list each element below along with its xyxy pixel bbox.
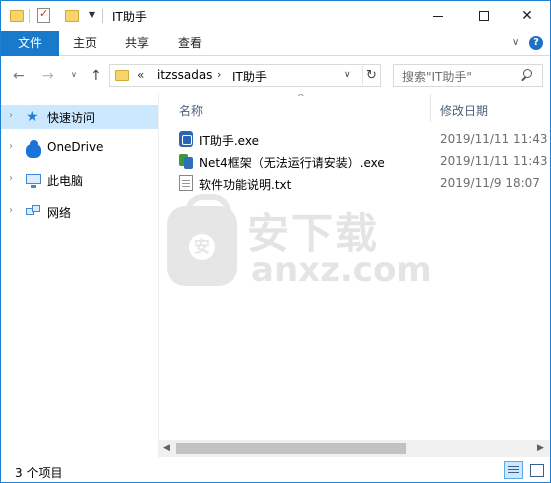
back-button[interactable]: ← xyxy=(13,68,25,84)
expand-chevron-icon[interactable]: › xyxy=(9,141,13,152)
navigation-pane: › ★ 快速访问 › OneDrive › 此电脑 › 网络 xyxy=(1,94,158,458)
sidebar-item-label: 此电脑 xyxy=(47,174,84,188)
toolbar-separator xyxy=(102,9,103,23)
file-date: 2019/11/9 18:07 xyxy=(440,176,540,190)
sidebar-item-this-pc[interactable]: › 此电脑 xyxy=(1,168,158,192)
shield-glyph: 安 xyxy=(189,234,215,260)
ribbon: 文件 主页 共享 查看 ∨ ? xyxy=(1,31,550,56)
horizontal-scrollbar[interactable]: ◀ ▶ xyxy=(159,440,550,457)
tab-view[interactable]: 查看 xyxy=(166,31,214,56)
installer-icon xyxy=(179,153,193,169)
tab-home[interactable]: 主页 xyxy=(61,31,109,56)
breadcrumb-separator[interactable]: › xyxy=(217,68,221,81)
scrollbar-thumb[interactable] xyxy=(176,443,406,454)
sidebar-item-network[interactable]: › 网络 xyxy=(1,200,158,224)
file-row[interactable]: IT助手.exe 2019/11/11 11:43 xyxy=(159,128,550,150)
refresh-button[interactable]: ↻ xyxy=(362,66,380,85)
expand-chevron-icon[interactable]: › xyxy=(9,110,13,121)
file-list: ^ 名称 修改日期 IT助手.exe 2019/11/11 11:43 Net4… xyxy=(159,94,550,458)
file-row[interactable]: 软件功能说明.txt 2019/11/9 18:07 xyxy=(159,172,550,194)
item-count: 3 个项目 xyxy=(15,466,63,480)
computer-icon xyxy=(26,174,41,188)
maximize-icon xyxy=(479,11,489,21)
search-input[interactable]: 搜索"IT助手" xyxy=(393,64,543,87)
navigation-bar: ← → ∨ ↑ « itzssadas › IT助手 ∨ ↻ 搜索"IT助手" xyxy=(1,57,550,93)
watermark-text-en: anxz.com xyxy=(251,250,432,290)
file-name: Net4框架（无法运行请安装）.exe xyxy=(199,156,385,170)
status-bar: 3 个项目 xyxy=(1,459,550,482)
up-button[interactable]: ↑ xyxy=(90,68,102,84)
shield-icon: 安 xyxy=(167,194,237,286)
sidebar-item-label: 快速访问 xyxy=(47,111,96,125)
text-file-icon xyxy=(179,175,193,191)
sidebar-item-label: OneDrive xyxy=(47,140,104,154)
title-bar: ▼ IT助手 ✕ xyxy=(1,1,550,31)
minimize-button[interactable] xyxy=(415,1,461,31)
column-headers: ^ 名称 修改日期 xyxy=(159,94,550,122)
expand-chevron-icon[interactable]: › xyxy=(9,205,13,216)
close-button[interactable]: ✕ xyxy=(504,1,550,31)
sort-indicator-icon: ^ xyxy=(297,94,305,103)
minimize-icon xyxy=(433,16,443,17)
breadcrumb-itzssadas[interactable]: itzssadas xyxy=(157,68,212,82)
cloud-icon xyxy=(26,140,41,158)
file-name: 软件功能说明.txt xyxy=(199,178,292,192)
folder-icon xyxy=(10,10,24,22)
customize-toolbar-dropdown[interactable]: ▼ xyxy=(87,8,97,22)
large-icons-view-button[interactable] xyxy=(527,461,546,479)
new-folder-icon[interactable] xyxy=(65,10,79,22)
expand-chevron-icon[interactable]: › xyxy=(9,173,13,184)
address-dropdown-icon[interactable]: ∨ xyxy=(344,70,351,80)
window-title: IT助手 xyxy=(112,10,147,24)
folder-icon xyxy=(115,70,129,81)
toolbar-separator xyxy=(29,9,30,23)
file-date: 2019/11/11 11:43 xyxy=(440,154,548,168)
column-header-date[interactable]: 修改日期 xyxy=(440,102,488,119)
file-date: 2019/11/11 11:43 xyxy=(440,132,548,146)
sidebar-item-quick-access[interactable]: › ★ 快速访问 xyxy=(1,105,158,129)
search-icon[interactable] xyxy=(521,69,533,82)
file-row[interactable]: Net4框架（无法运行请安装）.exe 2019/11/11 11:43 xyxy=(159,150,550,172)
help-icon[interactable]: ? xyxy=(529,36,543,50)
breadcrumb-overflow[interactable]: « xyxy=(137,68,144,82)
scroll-left-icon[interactable]: ◀ xyxy=(163,443,170,453)
watermark-logo: 安 安下载 anxz.com xyxy=(167,194,432,290)
tab-share[interactable]: 共享 xyxy=(113,31,161,56)
explorer-window: ▼ IT助手 ✕ 文件 主页 共享 查看 ∨ ? ← → ∨ ↑ « itzss… xyxy=(0,0,551,483)
app-exe-icon xyxy=(179,131,193,147)
star-icon: ★ xyxy=(26,109,39,125)
tab-file[interactable]: 文件 xyxy=(1,31,59,56)
breadcrumb-current[interactable]: IT助手 xyxy=(232,68,267,85)
forward-button[interactable]: → xyxy=(42,68,54,84)
recent-locations-dropdown[interactable]: ∨ xyxy=(71,70,77,79)
file-name: IT助手.exe xyxy=(199,134,259,148)
network-icon xyxy=(26,205,41,219)
sidebar-item-label: 网络 xyxy=(47,206,72,220)
column-header-name[interactable]: 名称 xyxy=(179,102,203,119)
scroll-right-icon[interactable]: ▶ xyxy=(537,443,544,453)
sidebar-item-onedrive[interactable]: › OneDrive xyxy=(1,136,158,160)
details-view-button[interactable] xyxy=(504,461,523,479)
column-resize-handle[interactable] xyxy=(430,94,431,122)
maximize-button[interactable] xyxy=(461,1,507,31)
search-placeholder: 搜索"IT助手" xyxy=(402,70,472,84)
expand-ribbon-icon[interactable]: ∨ xyxy=(512,37,519,48)
address-bar[interactable]: « itzssadas › IT助手 ∨ ↻ xyxy=(109,64,381,87)
properties-icon[interactable] xyxy=(37,7,50,23)
